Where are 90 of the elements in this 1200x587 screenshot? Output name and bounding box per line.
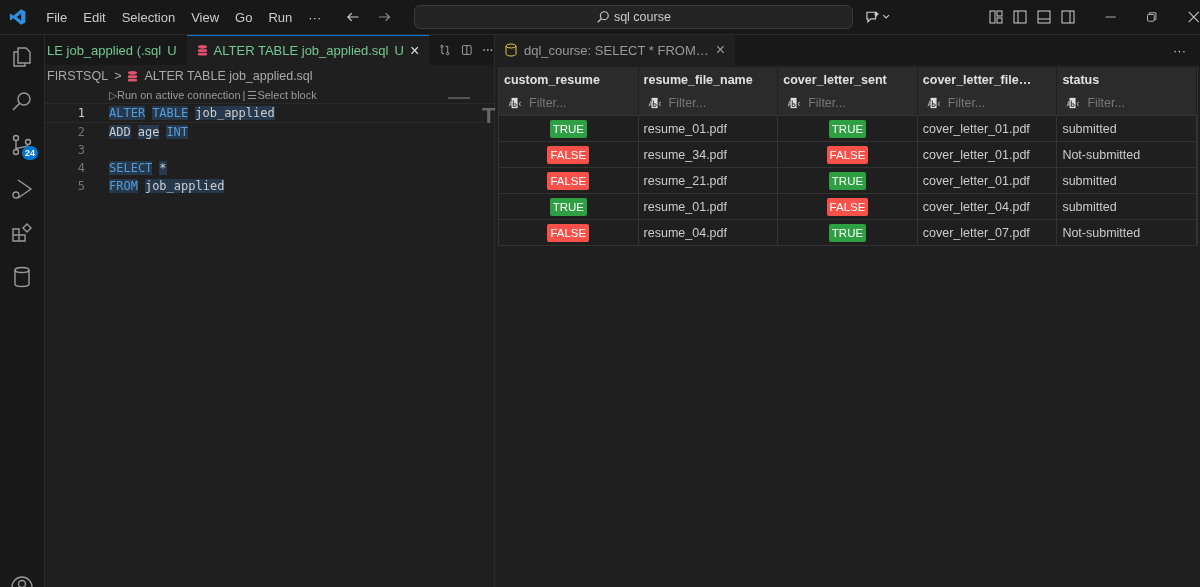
codelens-separator: | — [242, 89, 246, 101]
files-icon[interactable] — [10, 45, 34, 69]
boolean-tag: FALSE — [826, 145, 869, 164]
table-cell: resume_04.pdf — [643, 225, 727, 240]
code-token: job_applied — [195, 106, 275, 120]
boolean-tag: TRUE — [549, 197, 587, 216]
text-type-icon — [646, 97, 663, 109]
boolean-tag: TRUE — [828, 223, 867, 242]
menu-item[interactable]: View — [183, 9, 228, 25]
code-token: INT — [166, 125, 189, 139]
boolean-tag: TRUE — [828, 171, 867, 190]
run-debug-icon[interactable] — [10, 177, 34, 201]
bottom-panel-icon[interactable] — [1035, 9, 1052, 25]
search-icon[interactable] — [10, 89, 34, 113]
code-token: job_applied — [144, 179, 225, 193]
table-cell: cover_letter_01.pdf — [922, 121, 1030, 136]
table-cell: cover_letter_01.pdf — [922, 147, 1030, 162]
table-cell: resume_34.pdf — [643, 147, 727, 162]
boolean-tag: TRUE — [549, 119, 587, 138]
table-cell: cover_letter_07.pdf — [922, 225, 1030, 240]
text-type-icon — [786, 97, 803, 109]
split-editor-icon[interactable] — [460, 42, 473, 58]
restore-icon[interactable] — [1145, 10, 1159, 24]
menu-item[interactable]: Edit — [75, 9, 114, 25]
left-panel-icon[interactable] — [1011, 9, 1028, 25]
compare-changes-icon[interactable] — [439, 42, 451, 58]
column-header[interactable]: cover_letter_file… — [917, 67, 1058, 93]
table-cell: Not-submitted — [1062, 225, 1141, 240]
codelens-link[interactable]: ☰Select block — [247, 88, 317, 102]
account-icon[interactable] — [10, 575, 34, 587]
boolean-tag: FALSE — [547, 171, 590, 190]
table-cell: resume_21.pdf — [643, 173, 727, 188]
line-number: 5 — [76, 179, 85, 193]
table-cell: cover_letter_04.pdf — [922, 199, 1030, 214]
line-number: 3 — [76, 143, 85, 157]
line-number: 2 — [76, 125, 85, 139]
code-token: ADD — [109, 125, 131, 139]
source-control-icon[interactable] — [10, 133, 34, 157]
close-icon[interactable] — [1186, 10, 1200, 24]
table-cell: cover_letter_01.pdf — [922, 173, 1030, 188]
table-cell: submitted — [1062, 173, 1117, 188]
table-cell: resume_01.pdf — [643, 121, 727, 136]
menu-item[interactable]: ··· — [300, 9, 330, 25]
extensions-icon[interactable] — [10, 221, 34, 245]
search-icon — [595, 10, 610, 24]
table-cell: submitted — [1062, 121, 1117, 136]
editor-tab[interactable]: ALTER TABLE job_applied.sql U × — [186, 34, 430, 66]
text-type-icon — [925, 97, 942, 109]
column-header[interactable]: cover_letter_sent — [778, 67, 918, 93]
line-number: 4 — [76, 161, 85, 175]
column-header[interactable]: custom_resume — [499, 67, 639, 93]
table-cell: resume_01.pdf — [643, 199, 727, 214]
boolean-tag: FALSE — [547, 223, 590, 242]
code-token: TABLE — [152, 106, 189, 120]
editor-tab[interactable]: LE job_applied (.sql U — [45, 35, 187, 65]
boolean-tag: TRUE — [828, 119, 867, 138]
code-token: FROM — [109, 179, 138, 193]
menu-item[interactable]: Selection — [113, 9, 184, 25]
overflow-glyph: T — [482, 103, 496, 129]
editor-logo-icon — [9, 8, 27, 26]
layout-icon[interactable] — [987, 9, 1004, 25]
menu-item[interactable]: Go — [227, 9, 261, 25]
code-token: SELECT — [109, 161, 153, 175]
search-field[interactable]: sql course — [414, 5, 853, 29]
more-actions-button[interactable]: ··· — [1159, 42, 1200, 58]
right-panel-icon[interactable] — [1059, 9, 1076, 25]
code-token: age — [137, 125, 160, 139]
breadcrumb-item[interactable]: FIRSTSQL — [47, 69, 109, 83]
boolean-tag: FALSE — [826, 197, 869, 216]
boolean-tag: FALSE — [547, 145, 590, 164]
table-cell: Not-submitted — [1062, 147, 1141, 162]
code-token: * — [159, 161, 167, 175]
database-icon — [196, 44, 208, 57]
code-token: ALTER — [109, 106, 146, 120]
chat-sparkle-icon[interactable] — [864, 9, 890, 25]
codelens-link[interactable]: ▷Run on active connection — [109, 88, 241, 102]
text-type-icon — [1065, 97, 1082, 109]
text-type-icon — [507, 97, 523, 109]
line-number: 1 — [76, 106, 85, 120]
database-icon — [127, 69, 139, 83]
table-cell: submitted — [1062, 199, 1117, 214]
breadcrumb-separator: > — [114, 69, 122, 83]
results-tab[interactable]: dql_course: SELECT * FROM… × — [495, 35, 736, 65]
menu-item[interactable]: File — [38, 9, 76, 25]
database-icon — [505, 43, 517, 57]
count-badge: 24 — [22, 146, 38, 160]
menu-item[interactable]: Run — [260, 9, 301, 25]
breadcrumb-item[interactable]: ALTER TABLE job_applied.sql — [144, 69, 313, 83]
column-header[interactable]: status — [1057, 67, 1197, 93]
column-header[interactable]: resume_file_name — [638, 67, 779, 93]
